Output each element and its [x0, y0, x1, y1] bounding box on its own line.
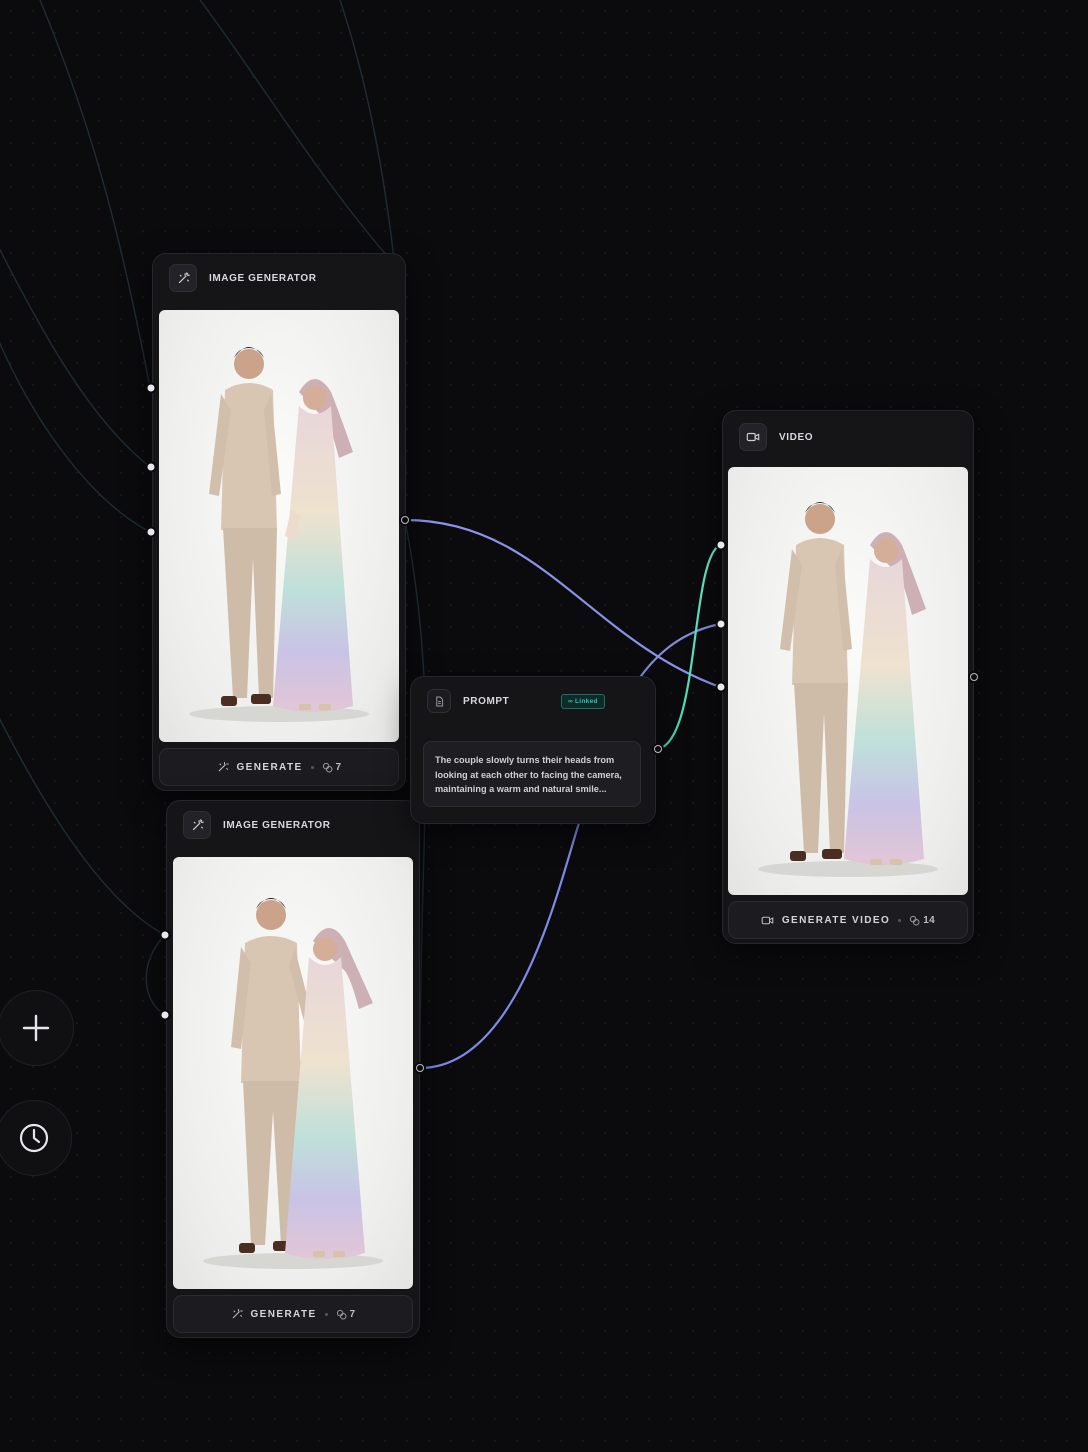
input-port[interactable]	[161, 931, 169, 939]
coins-icon	[336, 1309, 346, 1319]
generate-label: GENERATE	[250, 1308, 317, 1320]
node-title: IMAGE GENERATOR	[209, 272, 317, 284]
credit-cost: 7	[322, 762, 342, 773]
wire-image1-to-video	[404, 518, 721, 689]
separator-dot	[310, 765, 314, 769]
add-node-button[interactable]	[0, 990, 74, 1066]
separator-dot	[898, 918, 902, 922]
node-title: PROMPT	[463, 695, 510, 707]
video-camera-icon	[739, 423, 767, 451]
generated-image	[159, 310, 399, 742]
couple-photo-illustration	[189, 347, 369, 722]
credit-value: 7	[349, 1308, 356, 1320]
magic-wand-icon	[183, 811, 211, 839]
input-port[interactable]	[717, 541, 725, 549]
node-header: IMAGE GENERATOR	[153, 254, 405, 302]
wire-image2-to-video	[419, 819, 582, 1070]
credit-value: 7	[335, 761, 342, 773]
prompt-node[interactable]: PROMPT ∞ Linked The couple slowly turns …	[410, 676, 656, 824]
generate-video-label: GENERATE VIDEO	[781, 914, 891, 926]
couple-photo-illustration	[203, 898, 383, 1269]
faint-wire	[0, 341, 151, 533]
node-title: IMAGE GENERATOR	[223, 819, 331, 831]
coins-icon	[910, 915, 920, 925]
separator-dot	[324, 1312, 328, 1316]
output-port[interactable]	[654, 745, 662, 753]
faint-wire	[0, 248, 151, 468]
magic-wand-icon	[169, 264, 197, 292]
couple-photo-illustration	[758, 502, 938, 877]
generate-label: GENERATE	[236, 761, 303, 773]
magic-wand-icon	[218, 761, 229, 772]
faint-wire	[39, 0, 151, 389]
video-node[interactable]: VIDEO GENERATE VIDEO 14	[722, 410, 974, 944]
magic-wand-icon	[232, 1308, 243, 1319]
prompt-textarea[interactable]: The couple slowly turns their heads from…	[423, 741, 641, 807]
output-port[interactable]	[970, 673, 978, 681]
output-port[interactable]	[416, 1064, 424, 1072]
image-generator-node-2[interactable]: IMAGE GENERATOR GENERATE 7	[166, 800, 420, 1338]
node-header: PROMPT	[411, 677, 655, 725]
input-port[interactable]	[147, 463, 155, 471]
credit-cost: 7	[336, 1309, 356, 1320]
input-port[interactable]	[147, 528, 155, 536]
coins-icon	[322, 762, 332, 772]
node-header: IMAGE GENERATOR	[167, 801, 419, 849]
faint-wire	[0, 718, 166, 936]
image-generator-node-1[interactable]: IMAGE GENERATOR GENERATE 7	[152, 253, 406, 791]
credit-value: 14	[923, 914, 936, 926]
node-header: VIDEO	[723, 411, 973, 463]
video-preview	[728, 467, 968, 895]
faint-wire	[145, 934, 166, 1016]
input-port[interactable]	[717, 620, 725, 628]
clock-icon	[19, 1123, 49, 1153]
generate-video-button[interactable]: GENERATE VIDEO 14	[728, 901, 968, 939]
wire-prompt-to-video	[657, 544, 721, 751]
input-port[interactable]	[147, 384, 155, 392]
generate-button[interactable]: GENERATE 7	[159, 748, 399, 786]
generate-button[interactable]: GENERATE 7	[173, 1295, 413, 1333]
output-port[interactable]	[401, 516, 409, 524]
history-button[interactable]	[0, 1100, 72, 1176]
video-camera-icon	[761, 916, 774, 924]
document-icon	[427, 689, 451, 713]
input-port[interactable]	[161, 1011, 169, 1019]
plus-icon	[22, 1014, 50, 1042]
credit-cost: 14	[909, 915, 935, 926]
input-port[interactable]	[717, 683, 725, 691]
linked-badge: ∞ Linked	[561, 694, 605, 709]
faint-wire	[199, 0, 396, 266]
generated-image	[173, 857, 413, 1289]
node-title: VIDEO	[779, 431, 814, 443]
